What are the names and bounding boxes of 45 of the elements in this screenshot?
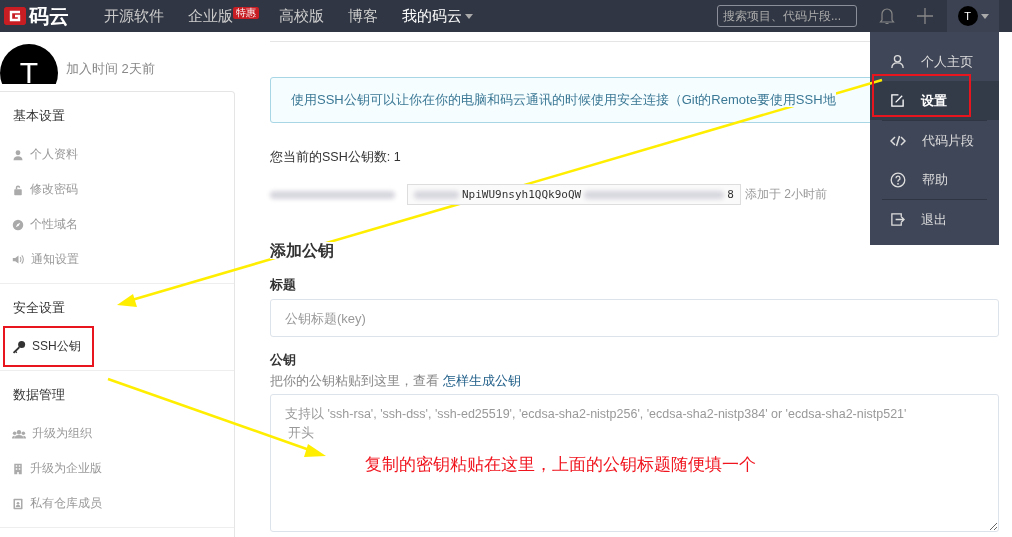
title-field[interactable]: 公钥标题(key) xyxy=(270,299,999,337)
logout-icon xyxy=(890,212,905,227)
help-icon xyxy=(890,171,906,188)
speaker-icon xyxy=(12,253,25,266)
nav-link[interactable]: 开源软件 xyxy=(104,6,164,26)
person-icon xyxy=(890,54,905,69)
key-fingerprint: NpiWU9nsyh1QQk9oQW 8 xyxy=(407,184,741,205)
menu-item[interactable]: 帮助 xyxy=(870,160,999,199)
compass-icon xyxy=(12,218,24,231)
field-label: 标题 xyxy=(270,276,297,294)
annotation-note: 复制的密钥粘贴在这里，上面的公钥标题随便填一个 xyxy=(365,454,756,476)
profile-avatar: T xyxy=(0,44,58,84)
unlock-icon xyxy=(12,183,24,196)
user-avatar[interactable]: T xyxy=(957,6,978,26)
logo-text[interactable]: 码云 xyxy=(29,2,69,30)
key-count: 您当前的SSH公钥数: 1 xyxy=(270,149,402,166)
caret-icon[interactable] xyxy=(980,13,989,19)
menu-item[interactable]: 代码片段 xyxy=(870,121,999,160)
nav-link[interactable]: 我的码云 xyxy=(402,6,473,26)
caret-icon xyxy=(465,13,473,19)
search-field[interactable]: 搜索项目、代码片段... xyxy=(717,5,857,27)
contact-card-icon xyxy=(12,497,24,510)
nav-link[interactable]: 博客 xyxy=(348,6,378,26)
field-label: 公钥 xyxy=(270,351,297,369)
nav-link[interactable]: 高校版 xyxy=(279,6,324,26)
section-heading: 添加公钥 xyxy=(270,242,334,259)
edit-icon xyxy=(890,93,905,108)
promo-badge: 特惠 xyxy=(233,6,259,19)
section-title: 数据管理 xyxy=(12,386,66,404)
plus-icon[interactable] xyxy=(917,8,933,24)
join-date: 加入时间 2天前 xyxy=(66,60,155,78)
added-time: 添加于 2小时前 xyxy=(744,186,827,203)
key-icon xyxy=(12,339,26,354)
nav-link[interactable]: 企业版 xyxy=(188,6,233,26)
sidebar-item[interactable]: SSH公钥 xyxy=(0,329,234,364)
menu-item[interactable]: 设置 xyxy=(870,81,999,120)
person-icon xyxy=(12,148,24,161)
section-title: 安全设置 xyxy=(12,299,66,317)
logo-icon[interactable] xyxy=(4,7,26,25)
help-text: 把你的公钥粘贴到这里，查看 怎样生成公钥 xyxy=(270,372,522,390)
section-title: 基本设置 xyxy=(12,107,66,125)
building-icon xyxy=(12,462,24,475)
help-link[interactable]: 怎样生成公钥 xyxy=(442,373,521,388)
menu-item[interactable]: 退出 xyxy=(870,200,999,239)
bell-icon[interactable] xyxy=(879,7,895,25)
